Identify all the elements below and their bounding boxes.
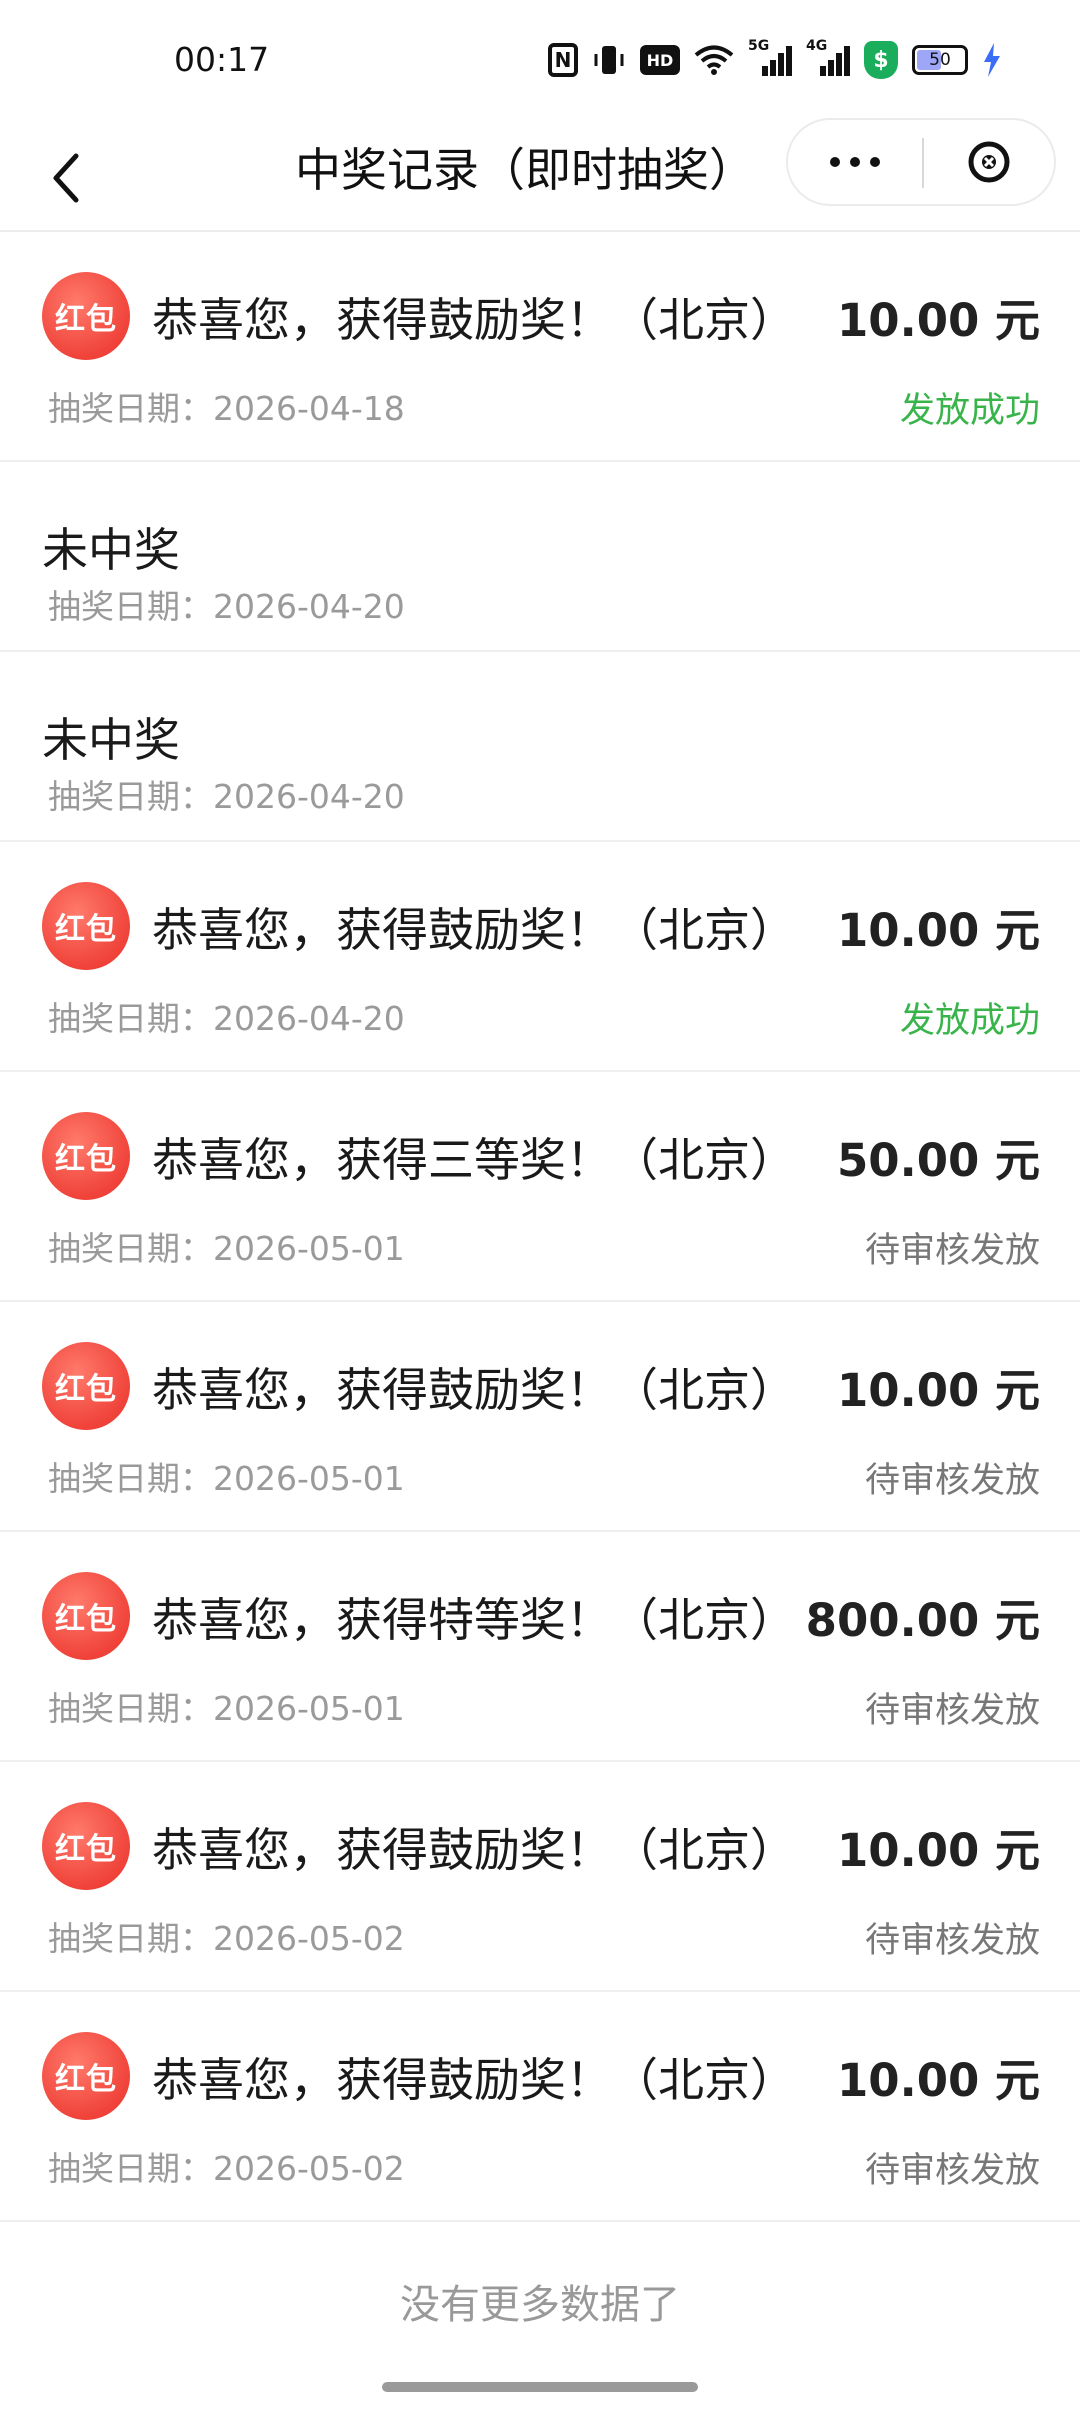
close-button[interactable] [924,120,1054,204]
red-packet-badge-icon: 红包 [42,1112,130,1200]
nfc-icon: N [548,43,578,77]
draw-date: 抽奖日期：2026-04-20 [48,777,405,816]
red-packet-badge-icon: 红包 [42,1802,130,1890]
charging-icon [982,40,1002,80]
prize-record[interactable]: 红包 恭喜您，获得鼓励奖！（北京） 10.00 元抽奖日期：2026-05-01 待审… [0,1302,1080,1532]
vibrate-icon [592,40,626,80]
status-icons: N HD 5G 4G $ 50 [548,38,1002,82]
payout-status: 待审核发放 [864,1461,1040,1501]
draw-date: 抽奖日期：2026-04-20 [48,587,405,626]
record-title: 未中奖 [42,713,180,767]
payout-status: 待审核发放 [864,2151,1040,2191]
no-more-data-text: 没有更多数据了 [400,2282,680,2328]
close-circle-icon [968,141,1010,183]
record-title: 恭喜您，获得三等奖！（北京） [152,1133,796,1187]
no-prize-record[interactable]: 未中奖抽奖日期：2026-04-20 [0,462,1080,652]
draw-date: 抽奖日期：2026-05-02 [48,2149,405,2188]
draw-date: 抽奖日期：2026-05-01 [48,1689,405,1728]
payout-status: 待审核发放 [864,1231,1040,1271]
record-title: 恭喜您，获得特等奖！（北京） [152,1593,796,1647]
status-bar: 00:17 N HD 5G 4G $ 50 [0,0,1080,118]
prize-record[interactable]: 红包 恭喜您，获得鼓励奖！（北京） 10.00 元抽奖日期：2026-05-02 待审… [0,1992,1080,2222]
more-button[interactable] [788,120,922,204]
prize-amount: 800.00 元 [805,1594,1040,1647]
draw-date: 抽奖日期：2026-05-01 [48,1229,405,1268]
prize-record[interactable]: 红包 恭喜您，获得三等奖！（北京） 50.00 元抽奖日期：2026-05-01 待审… [0,1072,1080,1302]
record-title: 恭喜您，获得鼓励奖！（北京） [152,2053,796,2107]
draw-date: 抽奖日期：2026-04-18 [48,389,405,428]
hd-icon: HD [640,45,680,75]
miniapp-capsule [786,118,1056,206]
signal-5g-icon: 5G [748,38,792,80]
status-time: 00:17 [174,40,270,79]
prize-amount: 10.00 元 [836,904,1040,957]
page: 00:17 N HD 5G 4G $ 50 中奖记录（即时抽奖） 红包 恭喜您，… [0,0,1080,2412]
record-title: 恭喜您，获得鼓励奖！（北京） [152,1823,796,1877]
red-packet-badge-icon: 红包 [42,882,130,970]
battery-icon: 50 [912,45,968,75]
red-packet-badge-icon: 红包 [42,272,130,360]
prize-amount: 10.00 元 [836,294,1040,347]
prize-amount: 10.00 元 [836,1364,1040,1417]
payout-status: 待审核发放 [864,1691,1040,1731]
prize-record[interactable]: 红包 恭喜您，获得鼓励奖！（北京） 10.00 元抽奖日期：2026-04-18 发放… [0,232,1080,462]
prize-amount: 50.00 元 [836,1134,1040,1187]
prize-record[interactable]: 红包 恭喜您，获得特等奖！（北京） 800.00 元抽奖日期：2026-05-01 待… [0,1532,1080,1762]
payout-status: 待审核发放 [864,1921,1040,1961]
prize-amount: 10.00 元 [836,2054,1040,2107]
prize-amount: 10.00 元 [836,1824,1040,1877]
home-indicator[interactable] [382,2382,698,2392]
payout-status: 发放成功 [899,391,1040,431]
record-title: 恭喜您，获得鼓励奖！（北京） [152,293,796,347]
red-packet-badge-icon: 红包 [42,2032,130,2120]
security-shield-icon: $ [864,41,898,79]
payout-status: 发放成功 [899,1001,1040,1041]
draw-date: 抽奖日期：2026-05-02 [48,1919,405,1958]
more-dot-icon [870,157,880,167]
prize-record[interactable]: 红包 恭喜您，获得鼓励奖！（北京） 10.00 元抽奖日期：2026-04-20 发放… [0,842,1080,1072]
record-list: 红包 恭喜您，获得鼓励奖！（北京） 10.00 元抽奖日期：2026-04-18 发放… [0,232,1080,2222]
red-packet-badge-icon: 红包 [42,1342,130,1430]
nav-bar: 中奖记录（即时抽奖） [0,118,1080,232]
draw-date: 抽奖日期：2026-05-01 [48,1459,405,1498]
record-title: 恭喜您，获得鼓励奖！（北京） [152,903,796,957]
record-title: 未中奖 [42,523,180,577]
signal-4g-icon: 4G [806,38,850,80]
draw-date: 抽奖日期：2026-04-20 [48,999,405,1038]
wifi-icon [694,40,734,80]
record-title: 恭喜您，获得鼓励奖！（北京） [152,1363,796,1417]
no-prize-record[interactable]: 未中奖抽奖日期：2026-04-20 [0,652,1080,842]
more-dot-icon [850,157,860,167]
red-packet-badge-icon: 红包 [42,1572,130,1660]
prize-record[interactable]: 红包 恭喜您，获得鼓励奖！（北京） 10.00 元抽奖日期：2026-05-02 待审… [0,1762,1080,1992]
more-dot-icon [830,157,840,167]
